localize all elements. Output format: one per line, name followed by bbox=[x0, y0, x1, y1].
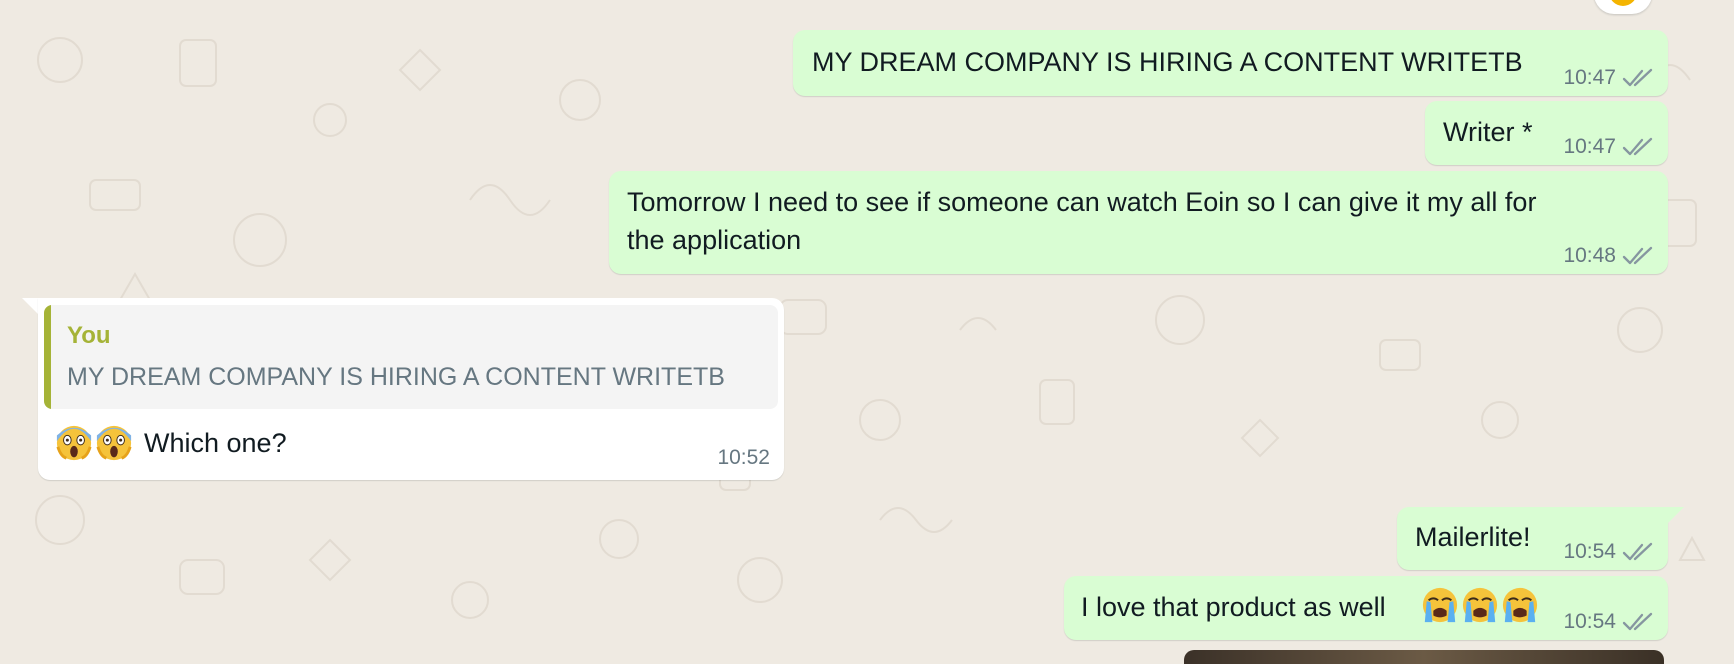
outgoing-message[interactable]: MY DREAM COMPANY IS HIRING A CONTENT WRI… bbox=[793, 30, 1668, 96]
message-text: Mailerlite! bbox=[1415, 522, 1531, 552]
loudly-crying-face-emoji bbox=[1462, 587, 1498, 623]
loudly-crying-face-emoji bbox=[1422, 587, 1458, 623]
outgoing-message[interactable]: Tomorrow I need to see if someone can wa… bbox=[609, 171, 1668, 274]
message-time: 10:47 bbox=[1563, 135, 1616, 158]
outgoing-message[interactable]: I love that product as well 10:54 bbox=[1064, 576, 1668, 640]
loudly-crying-face-emoji bbox=[1502, 587, 1538, 623]
message-meta: 10:47 bbox=[1563, 66, 1654, 90]
message-text: MY DREAM COMPANY IS HIRING A CONTENT WRI… bbox=[812, 47, 1523, 77]
outgoing-message[interactable]: Mailerlite! 10:54 bbox=[1397, 507, 1668, 570]
double-check-icon bbox=[1622, 542, 1653, 561]
outgoing-message[interactable]: Writer * 10:47 bbox=[1425, 101, 1668, 165]
incoming-message[interactable]: You MY DREAM COMPANY IS HIRING A CONTENT… bbox=[38, 298, 784, 480]
double-check-icon bbox=[1622, 612, 1653, 631]
message-text: Writer * bbox=[1443, 117, 1533, 147]
message-meta: 10:54 bbox=[1563, 540, 1654, 564]
message-text: Which one? bbox=[144, 428, 287, 458]
quoted-message[interactable]: You MY DREAM COMPANY IS HIRING A CONTENT… bbox=[44, 305, 778, 409]
message-text: I love that product as well bbox=[1081, 592, 1386, 622]
message-time: 10:48 bbox=[1563, 244, 1616, 267]
message-time: 10:47 bbox=[1563, 66, 1616, 89]
message-meta: 10:52 bbox=[717, 446, 770, 470]
screaming-face-emoji bbox=[96, 425, 132, 461]
message-text-line-2: the application bbox=[627, 225, 802, 255]
media-message-thumbnail[interactable] bbox=[1184, 650, 1664, 664]
message-time: 10:54 bbox=[1563, 540, 1616, 563]
double-check-icon bbox=[1622, 68, 1653, 87]
reaction-badge[interactable] bbox=[1594, 0, 1652, 14]
double-check-icon bbox=[1622, 137, 1653, 156]
quote-author: You bbox=[67, 322, 111, 349]
message-meta: 10:47 bbox=[1563, 135, 1654, 159]
message-text-line-1: Tomorrow I need to see if someone can wa… bbox=[627, 187, 1537, 217]
quote-accent-bar bbox=[44, 305, 51, 409]
message-time: 10:52 bbox=[717, 446, 770, 469]
reaction-emoji-icon bbox=[1609, 0, 1637, 6]
message-meta: 10:48 bbox=[1563, 244, 1654, 268]
quote-text: MY DREAM COMPANY IS HIRING A CONTENT WRI… bbox=[67, 363, 725, 391]
bubble-tail bbox=[1664, 507, 1684, 527]
message-meta: 10:54 bbox=[1563, 610, 1654, 634]
double-check-icon bbox=[1622, 246, 1653, 265]
message-time: 10:54 bbox=[1563, 610, 1616, 633]
screaming-face-emoji bbox=[56, 425, 92, 461]
